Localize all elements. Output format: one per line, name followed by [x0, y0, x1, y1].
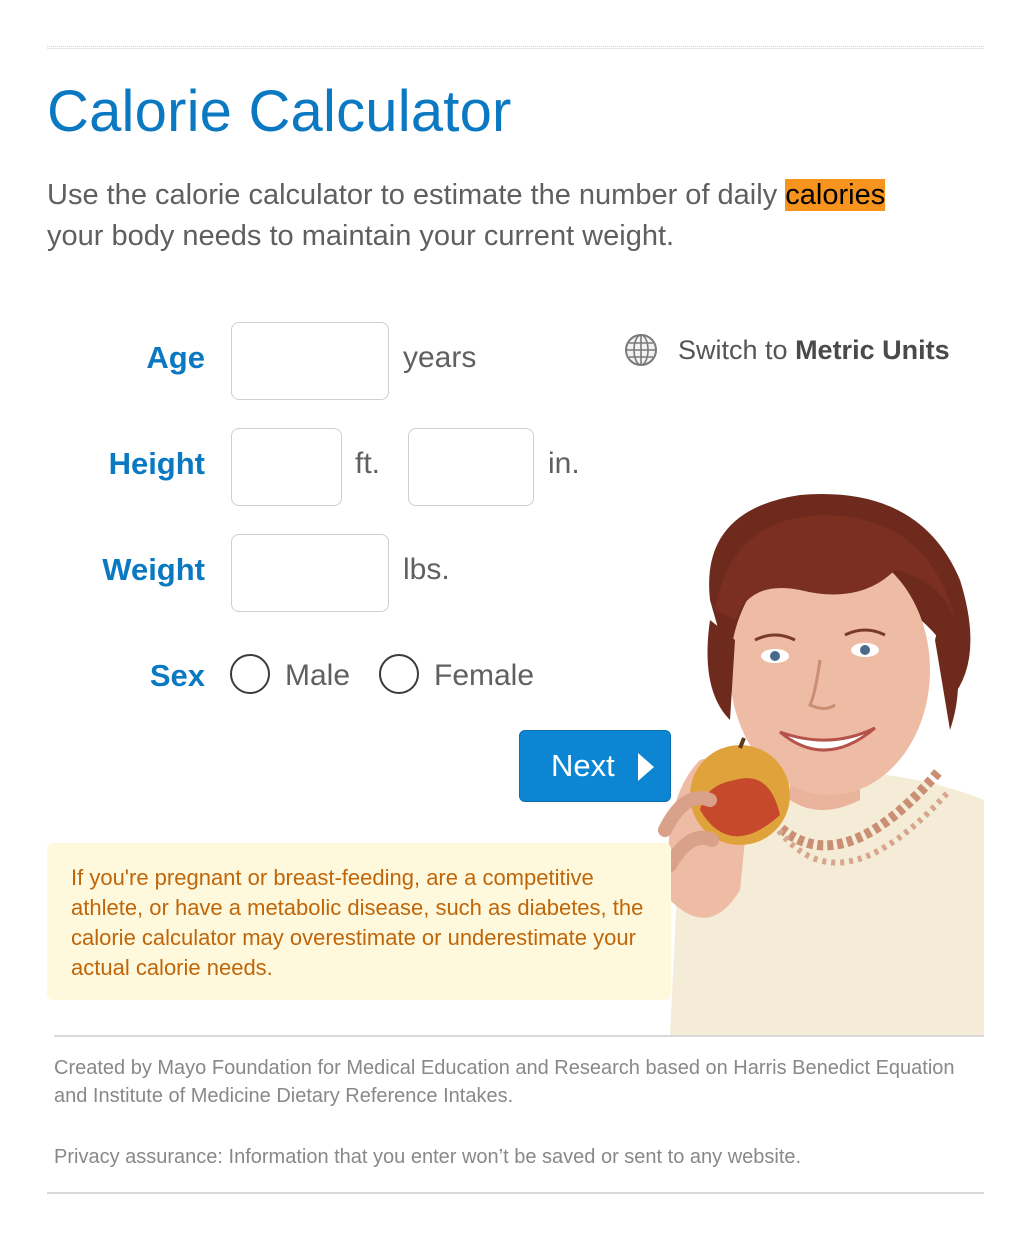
height-inches-input[interactable] — [408, 428, 534, 506]
globe-icon — [625, 334, 657, 366]
page-title: Calorie Calculator — [47, 79, 512, 144]
switch-prefix: Switch to — [678, 334, 788, 365]
intro-text-end: your body needs to maintain your current… — [47, 220, 675, 252]
warning-note: If you're pregnant or breast-feeding, ar… — [47, 843, 671, 1000]
height-feet-input[interactable] — [231, 428, 342, 506]
height-feet-unit: ft. — [355, 447, 381, 480]
privacy-text: Privacy assurance: Information that you … — [54, 1146, 802, 1168]
age-input[interactable] — [231, 322, 389, 400]
next-button[interactable]: Next — [519, 730, 671, 802]
footer-divider — [54, 1035, 984, 1037]
next-button-label: Next — [551, 748, 615, 783]
weight-input[interactable] — [231, 534, 389, 612]
weight-label: Weight — [102, 552, 205, 587]
age-unit: years — [403, 341, 477, 374]
top-divider — [47, 46, 984, 49]
female-radio[interactable] — [379, 654, 419, 694]
chevron-right-icon — [638, 753, 654, 781]
female-radio-label[interactable]: Female — [434, 659, 534, 693]
bottom-divider — [47, 1192, 984, 1194]
calories-link[interactable]: calories — [785, 179, 886, 211]
sex-label: Sex — [149, 658, 205, 693]
male-radio[interactable] — [230, 654, 270, 694]
credit-text: Created by Mayo Foundation for Medical E… — [54, 1057, 955, 1107]
intro-text: Use the calorie calculator to estimate t… — [47, 175, 947, 257]
metric-units-switch[interactable]: Switch to Metric Units — [624, 333, 950, 367]
male-radio-label[interactable]: Male — [285, 659, 350, 693]
height-label: Height — [108, 446, 205, 481]
weight-unit: lbs. — [403, 553, 450, 586]
height-inches-unit: in. — [548, 447, 580, 480]
intro-text-start: Use the calorie calculator to estimate t… — [47, 179, 786, 211]
switch-metric-label: Metric Units — [795, 334, 950, 365]
age-label: Age — [146, 340, 205, 375]
woman-with-apple-photo — [640, 470, 984, 1036]
